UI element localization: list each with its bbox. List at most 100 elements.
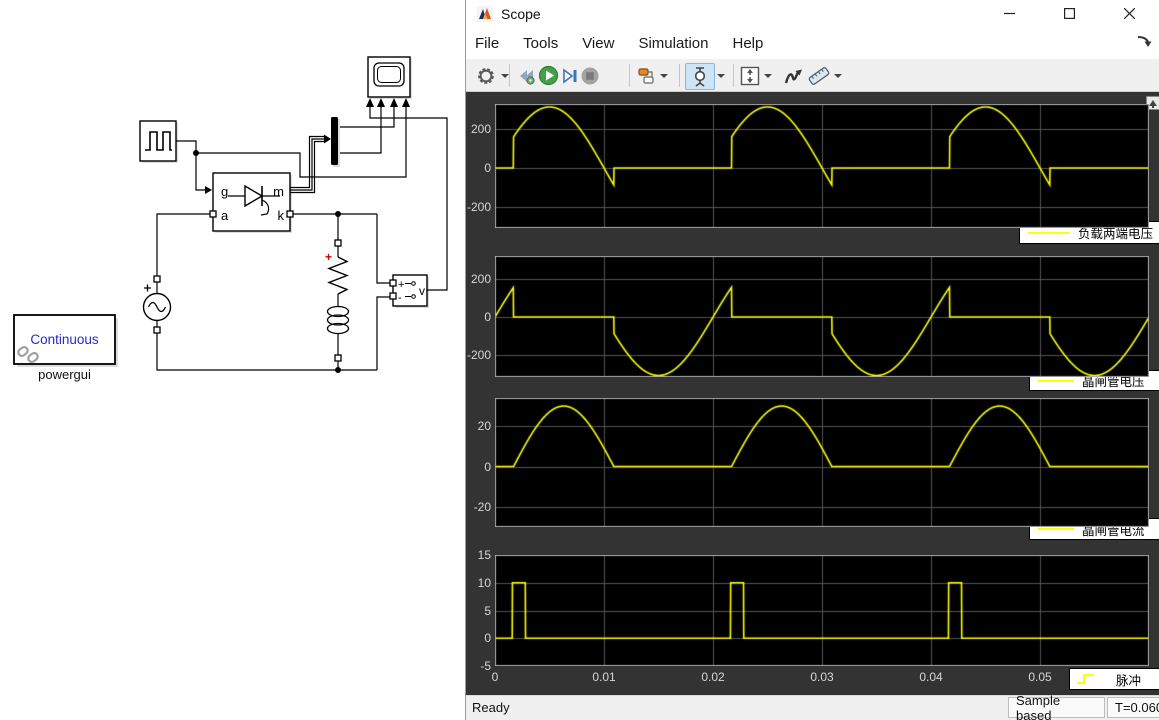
step-back-button[interactable]: [516, 63, 538, 88]
chevron-down-icon: [660, 74, 668, 78]
legend-line-sample: [1038, 528, 1074, 530]
x-tick-label: 0.01: [592, 670, 615, 684]
vmeter-minus: -: [398, 292, 402, 304]
gear-icon: [476, 66, 496, 86]
stop-button[interactable]: [578, 63, 602, 88]
vmeter-plus: +: [398, 279, 404, 291]
thyristor-block[interactable]: g m a k: [210, 173, 293, 231]
menu-tools[interactable]: Tools: [511, 35, 570, 52]
waveform-canvas[interactable]: [495, 398, 1149, 527]
status-text: Ready: [472, 700, 510, 715]
menu-file[interactable]: File: [466, 35, 511, 52]
menu-help[interactable]: Help: [721, 35, 776, 52]
y-tick-label: 0: [466, 631, 491, 645]
y-tick-label: -200: [466, 348, 491, 362]
port-label-k: k: [278, 208, 285, 223]
toolbar: [466, 59, 1159, 92]
maximize-icon: [1064, 8, 1075, 19]
scale-axes-dropdown[interactable]: [762, 63, 774, 88]
measurements-button[interactable]: [806, 63, 832, 88]
peak-finder-button[interactable]: [781, 63, 805, 88]
y-tick-label: -5: [466, 659, 491, 673]
scope-window-icon: [477, 6, 493, 22]
waveform-canvas[interactable]: [495, 104, 1149, 228]
menu-view[interactable]: View: [570, 35, 626, 52]
x-tick-label: 0.05: [1028, 670, 1051, 684]
scope-subplot-1[interactable]: [495, 104, 1149, 228]
ac-voltage-source-block[interactable]: [144, 276, 171, 333]
trigger-zoom-dropdown[interactable]: [715, 63, 727, 88]
ruler-icon: [808, 66, 830, 86]
signal-selector-icon: [637, 66, 658, 86]
x-tick-label: 0.04: [919, 670, 942, 684]
settings-button[interactable]: [474, 63, 498, 88]
trigger-zoom-icon: [690, 66, 710, 87]
simulink-model-canvas[interactable]: g m a k: [0, 0, 465, 720]
chevron-down-icon: [717, 74, 725, 78]
scope-block[interactable]: [366, 57, 410, 107]
close-button[interactable]: [1099, 0, 1159, 27]
y-tick-label: 0: [466, 161, 491, 175]
y-tick-label: 15: [466, 548, 491, 562]
port-label-g: g: [221, 184, 228, 199]
peak-finder-icon: [783, 66, 803, 86]
ac-plus-sign: [144, 285, 151, 292]
scope-subplot-2[interactable]: [495, 256, 1149, 377]
dock-arrow-icon[interactable]: [1137, 34, 1153, 48]
port-label-m: m: [273, 184, 284, 199]
powergui-mode: Continuous: [30, 332, 99, 347]
chevron-down-icon: [501, 74, 509, 78]
scale-axes-icon: [740, 66, 760, 86]
rl-polarity-plus: +: [325, 250, 332, 264]
voltage-measurement-block[interactable]: + - v: [390, 275, 427, 306]
y-tick-label: 0: [466, 460, 491, 474]
status-sample-mode: Sample based: [1008, 697, 1105, 718]
menu-bar: File Tools View Simulation Help: [466, 27, 1159, 59]
screen: g m a k: [0, 0, 1159, 720]
maximize-button[interactable]: [1039, 0, 1099, 27]
window-title: Scope: [501, 6, 541, 22]
powergui-block[interactable]: Continuous powergui: [14, 315, 115, 382]
scale-axes-button[interactable]: [738, 63, 762, 88]
legend-step-sample: [1076, 673, 1102, 685]
measurements-dropdown[interactable]: [832, 63, 844, 88]
run-button[interactable]: [536, 63, 560, 88]
series-rl-branch-block[interactable]: +: [325, 240, 349, 361]
status-sim-time: T=0.060: [1107, 697, 1159, 718]
signal-wires: [157, 107, 447, 370]
legend-pulse[interactable]: 脉冲: [1069, 668, 1159, 690]
model-diagram: g m a k: [0, 0, 465, 720]
title-bar[interactable]: Scope: [466, 0, 1159, 27]
y-tick-label: -200: [466, 200, 491, 214]
step-forward-icon: [560, 66, 580, 86]
chevron-down-icon: [764, 74, 772, 78]
run-icon: [538, 65, 559, 86]
legend-line-sample: [1028, 232, 1070, 234]
minimize-icon: [1004, 8, 1015, 19]
menu-simulation[interactable]: Simulation: [626, 35, 720, 52]
signal-selector-button[interactable]: [635, 63, 659, 88]
scope-subplot-3[interactable]: [495, 398, 1149, 527]
scope-subplot-4[interactable]: [495, 555, 1149, 666]
powergui-label: powergui: [38, 367, 91, 382]
inductor-icon: [328, 307, 349, 334]
cathode-port: [287, 211, 293, 217]
signal-selector-dropdown[interactable]: [658, 63, 670, 88]
wire-junction-dots: [193, 135, 341, 374]
pulse-generator-block[interactable]: [140, 121, 176, 161]
waveform-canvas[interactable]: [495, 555, 1149, 666]
scope-input-ports: [366, 98, 410, 107]
demux-block[interactable]: [331, 117, 338, 165]
close-icon: [1124, 8, 1135, 19]
legend-label: 脉冲: [1116, 670, 1141, 689]
x-tick-label: 0: [492, 670, 499, 684]
x-tick-label: 0.03: [810, 670, 833, 684]
y-tick-label: 20: [466, 419, 491, 433]
step-back-icon: [517, 66, 537, 86]
minimize-button[interactable]: [979, 0, 1039, 27]
y-tick-label: 200: [466, 272, 491, 286]
waveform-canvas[interactable]: [495, 256, 1149, 377]
y-tick-label: 0: [466, 310, 491, 324]
trigger-zoom-button[interactable]: [685, 63, 715, 90]
stop-icon: [580, 66, 600, 86]
